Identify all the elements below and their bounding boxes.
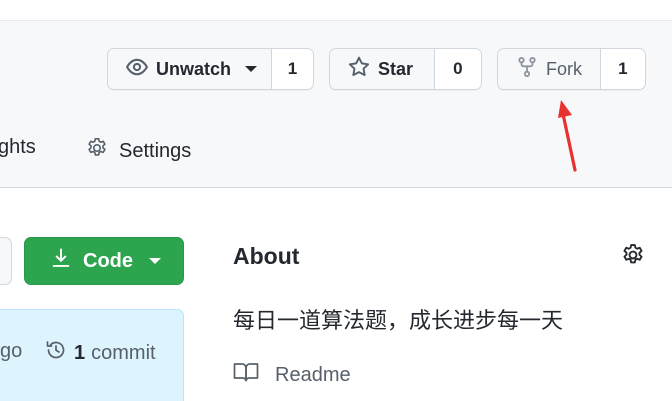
code-button-label: Code bbox=[83, 249, 133, 272]
download-icon bbox=[51, 247, 71, 275]
fork-button-group: Fork 1 bbox=[497, 48, 646, 90]
fork-label: Fork bbox=[546, 58, 582, 79]
readme-label: Readme bbox=[275, 363, 351, 386]
tab-insights-label: ghts bbox=[0, 136, 36, 158]
about-heading: About bbox=[233, 243, 300, 269]
about-settings-button[interactable] bbox=[620, 242, 646, 273]
top-strip bbox=[0, 0, 672, 21]
chevron-down-icon bbox=[245, 66, 258, 72]
tab-settings-label: Settings bbox=[119, 139, 192, 162]
code-button[interactable]: Code bbox=[24, 237, 184, 285]
star-count[interactable]: 0 bbox=[433, 49, 481, 89]
branch-button[interactable] bbox=[0, 237, 12, 285]
star-button[interactable]: Star bbox=[330, 49, 434, 89]
book-icon bbox=[233, 361, 259, 389]
annotation-arrow-icon bbox=[558, 100, 577, 172]
watch-count[interactable]: 1 bbox=[271, 49, 313, 89]
star-button-group: Star 0 bbox=[329, 48, 482, 90]
tab-insights[interactable]: ghts bbox=[0, 136, 36, 159]
fork-count[interactable]: 1 bbox=[599, 49, 645, 89]
fork-button[interactable]: Fork bbox=[498, 49, 600, 89]
gear-icon bbox=[620, 244, 646, 272]
commit-time: go bbox=[0, 340, 23, 362]
github-repo-page: Unwatch 1 Star 0 Fork 1 ghts Settings Co… bbox=[0, 0, 672, 401]
unwatch-label: Unwatch bbox=[156, 58, 232, 79]
star-label: Star bbox=[378, 58, 414, 79]
eye-icon bbox=[126, 56, 148, 83]
commit-label: commit bbox=[91, 341, 156, 364]
commits-link[interactable]: 1 commit bbox=[44, 338, 156, 368]
watch-button-group: Unwatch 1 bbox=[107, 48, 314, 90]
readme-link[interactable]: Readme bbox=[233, 361, 351, 389]
tab-settings[interactable]: Settings bbox=[85, 136, 191, 166]
history-icon bbox=[44, 338, 68, 368]
unwatch-button[interactable]: Unwatch bbox=[108, 49, 271, 89]
repo-forked-icon bbox=[516, 56, 538, 83]
star-icon bbox=[348, 56, 370, 83]
commit-count: 1 bbox=[74, 341, 86, 364]
about-description: 每日一道算法题，成长进步每一天 bbox=[233, 309, 564, 334]
chevron-down-icon bbox=[149, 258, 161, 264]
gear-icon bbox=[85, 136, 109, 166]
